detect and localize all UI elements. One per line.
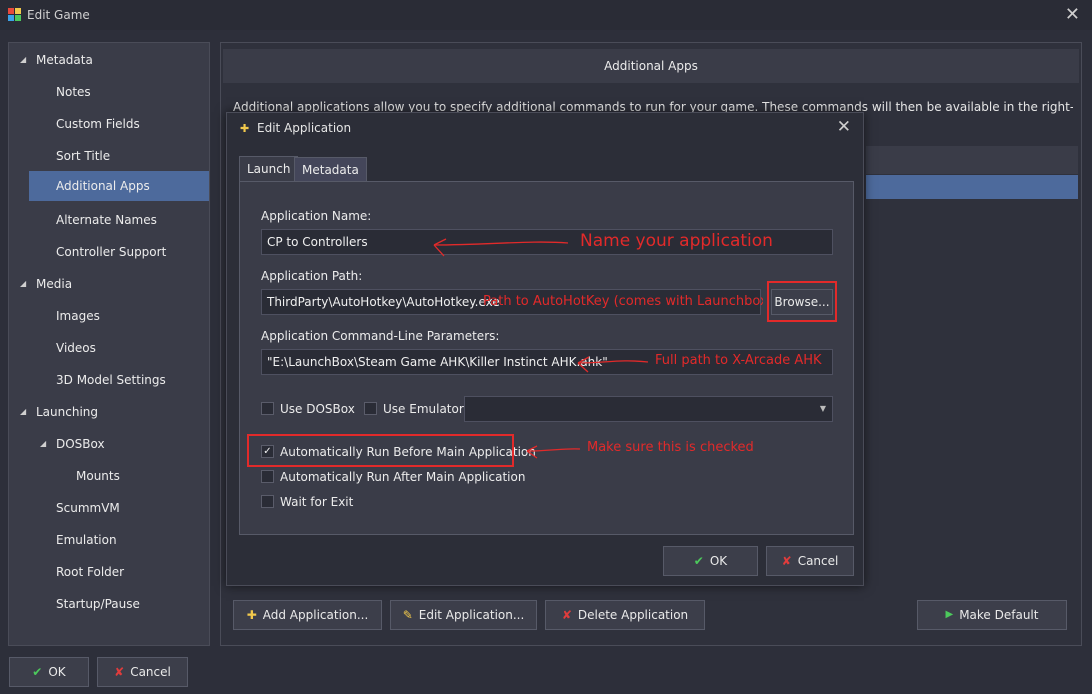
edit-application-label: Edit Application...: [418, 608, 525, 622]
sidebar-item-label: Images: [56, 309, 100, 323]
use-dosbox-label: Use DOSBox: [280, 402, 355, 416]
annotation-highlight-browse: [767, 281, 837, 322]
sidebar-item-metadata[interactable]: ◢ Metadata: [9, 45, 209, 75]
sidebar-item-custom-fields[interactable]: Custom Fields: [9, 109, 209, 139]
use-emulator-label: Use Emulator:: [383, 402, 468, 416]
sidebar-item-label: Videos: [56, 341, 96, 355]
tab-metadata[interactable]: Metadata: [294, 157, 367, 183]
play-arrow-icon: ▶: [945, 609, 954, 620]
sidebar-tree: ◢ Metadata Notes Custom Fields Sort Titl…: [8, 42, 210, 646]
sidebar-item-sort-title[interactable]: Sort Title: [9, 141, 209, 171]
sidebar-item-additional-apps[interactable]: Additional Apps: [29, 171, 209, 201]
plus-icon: ✚: [240, 122, 250, 135]
checkmark-icon: ✔: [693, 554, 704, 568]
sidebar-item-3d-model-settings[interactable]: 3D Model Settings: [9, 365, 209, 395]
app-name-label: Application Name:: [261, 209, 372, 223]
sidebar-item-label: Additional Apps: [56, 179, 150, 193]
expanded-arrow-icon[interactable]: ◢: [40, 429, 46, 459]
use-emulator-checkbox[interactable]: [364, 402, 377, 415]
dialog-close-icon[interactable]: ✕: [837, 117, 851, 137]
additional-apps-list-header: [866, 146, 1078, 174]
expanded-arrow-icon[interactable]: ◢: [20, 269, 26, 299]
auto-after-checkbox[interactable]: [261, 470, 274, 483]
expanded-arrow-icon[interactable]: ◢: [20, 45, 26, 75]
cancel-x-icon: ✘: [114, 665, 125, 679]
sidebar-item-videos[interactable]: Videos: [9, 333, 209, 363]
sidebar-item-notes[interactable]: Notes: [9, 77, 209, 107]
sidebar-item-label: Emulation: [56, 533, 117, 547]
sidebar-item-label: Custom Fields: [56, 117, 140, 131]
dialog-cancel-label: Cancel: [797, 554, 839, 568]
expanded-arrow-icon[interactable]: ◢: [20, 397, 26, 427]
sidebar-item-label: Mounts: [76, 469, 120, 483]
chevron-down-icon: ▼: [819, 404, 826, 413]
cancel-label: Cancel: [130, 665, 171, 679]
sidebar-item-controller-support[interactable]: Controller Support: [9, 237, 209, 267]
pencil-icon: ✎: [402, 608, 413, 622]
additional-apps-list-row[interactable]: [866, 175, 1078, 199]
sidebar-item-startup-pause[interactable]: Startup/Pause: [9, 589, 209, 619]
sidebar-item-images[interactable]: Images: [9, 301, 209, 331]
sidebar-item-label: Startup/Pause: [56, 597, 140, 611]
dialog-title: Edit Application: [257, 121, 352, 135]
add-application-label: Add Application...: [262, 608, 369, 622]
annotation-checked: Make sure this is checked: [587, 440, 754, 455]
sidebar-item-label: Notes: [56, 85, 91, 99]
cancel-button[interactable]: ✘ Cancel: [97, 657, 188, 687]
window-title: Edit Game: [27, 8, 90, 22]
plus-icon: ✚: [246, 608, 257, 622]
delete-application-label: Delete Application: [577, 608, 689, 622]
make-default-button[interactable]: ▶ Make Default: [917, 600, 1067, 630]
title-bar: Edit Game ✕: [0, 0, 1092, 30]
auto-after-label: Automatically Run After Main Application: [280, 470, 526, 484]
sidebar-item-label: Controller Support: [56, 245, 167, 259]
annotation-params: Full path to X-Arcade AHK: [655, 353, 822, 368]
close-icon[interactable]: ✕: [1065, 4, 1080, 25]
dialog-ok-label: OK: [709, 554, 728, 568]
annotation-highlight-checkbox: [247, 434, 514, 467]
params-label: Application Command-Line Parameters:: [261, 329, 500, 343]
sidebar-item-label: Media: [36, 277, 73, 291]
annotation-name: Name your application: [580, 231, 773, 251]
delete-x-icon: ✘: [561, 608, 572, 622]
sidebar-item-label: Launching: [36, 405, 99, 419]
sidebar-item-media[interactable]: ◢ Media: [9, 269, 209, 299]
wait-for-exit-checkbox[interactable]: [261, 495, 274, 508]
checkmark-icon: ✔: [32, 665, 43, 679]
launchbox-logo-icon: [8, 8, 21, 21]
sidebar-item-mounts[interactable]: Mounts: [9, 461, 209, 491]
sidebar-item-label: Alternate Names: [56, 213, 157, 227]
ok-label: OK: [48, 665, 66, 679]
dialog-cancel-button[interactable]: ✘ Cancel: [766, 546, 854, 576]
make-default-label: Make Default: [959, 608, 1039, 622]
wait-for-exit-label: Wait for Exit: [280, 495, 354, 509]
emulator-select[interactable]: ▼: [464, 396, 833, 422]
sidebar-item-scummvm[interactable]: ScummVM: [9, 493, 209, 523]
sidebar-item-label: Sort Title: [56, 149, 111, 163]
delete-application-button[interactable]: ✘ Delete Application: [545, 600, 705, 630]
sidebar-item-launching[interactable]: ◢ Launching: [9, 397, 209, 427]
sidebar-item-dosbox[interactable]: ◢ DOSBox: [9, 429, 209, 459]
ok-button[interactable]: ✔ OK: [9, 657, 89, 687]
app-path-label: Application Path:: [261, 269, 363, 283]
sidebar-item-emulation[interactable]: Emulation: [9, 525, 209, 555]
sidebar-item-label: Metadata: [36, 53, 93, 67]
add-application-button[interactable]: ✚ Add Application...: [233, 600, 382, 630]
tab-launch[interactable]: Launch: [239, 156, 299, 182]
edit-application-button[interactable]: ✎ Edit Application...: [390, 600, 537, 630]
edit-application-dialog: ✚ Edit Application ✕ Launch Metadata App…: [226, 112, 864, 586]
use-dosbox-checkbox[interactable]: [261, 402, 274, 415]
sidebar-item-alternate-names[interactable]: Alternate Names: [9, 205, 209, 235]
sidebar-item-root-folder[interactable]: Root Folder: [9, 557, 209, 587]
cancel-x-icon: ✘: [781, 554, 792, 568]
dialog-ok-button[interactable]: ✔ OK: [663, 546, 758, 576]
annotation-path: Path to AutoHotKey (comes with Launchbox…: [483, 294, 763, 309]
sidebar-item-label: ScummVM: [56, 501, 120, 515]
sidebar-item-label: 3D Model Settings: [56, 373, 166, 387]
page-title: Additional Apps: [223, 49, 1079, 83]
sidebar-item-label: DOSBox: [56, 437, 105, 451]
sidebar-item-label: Root Folder: [56, 565, 125, 579]
